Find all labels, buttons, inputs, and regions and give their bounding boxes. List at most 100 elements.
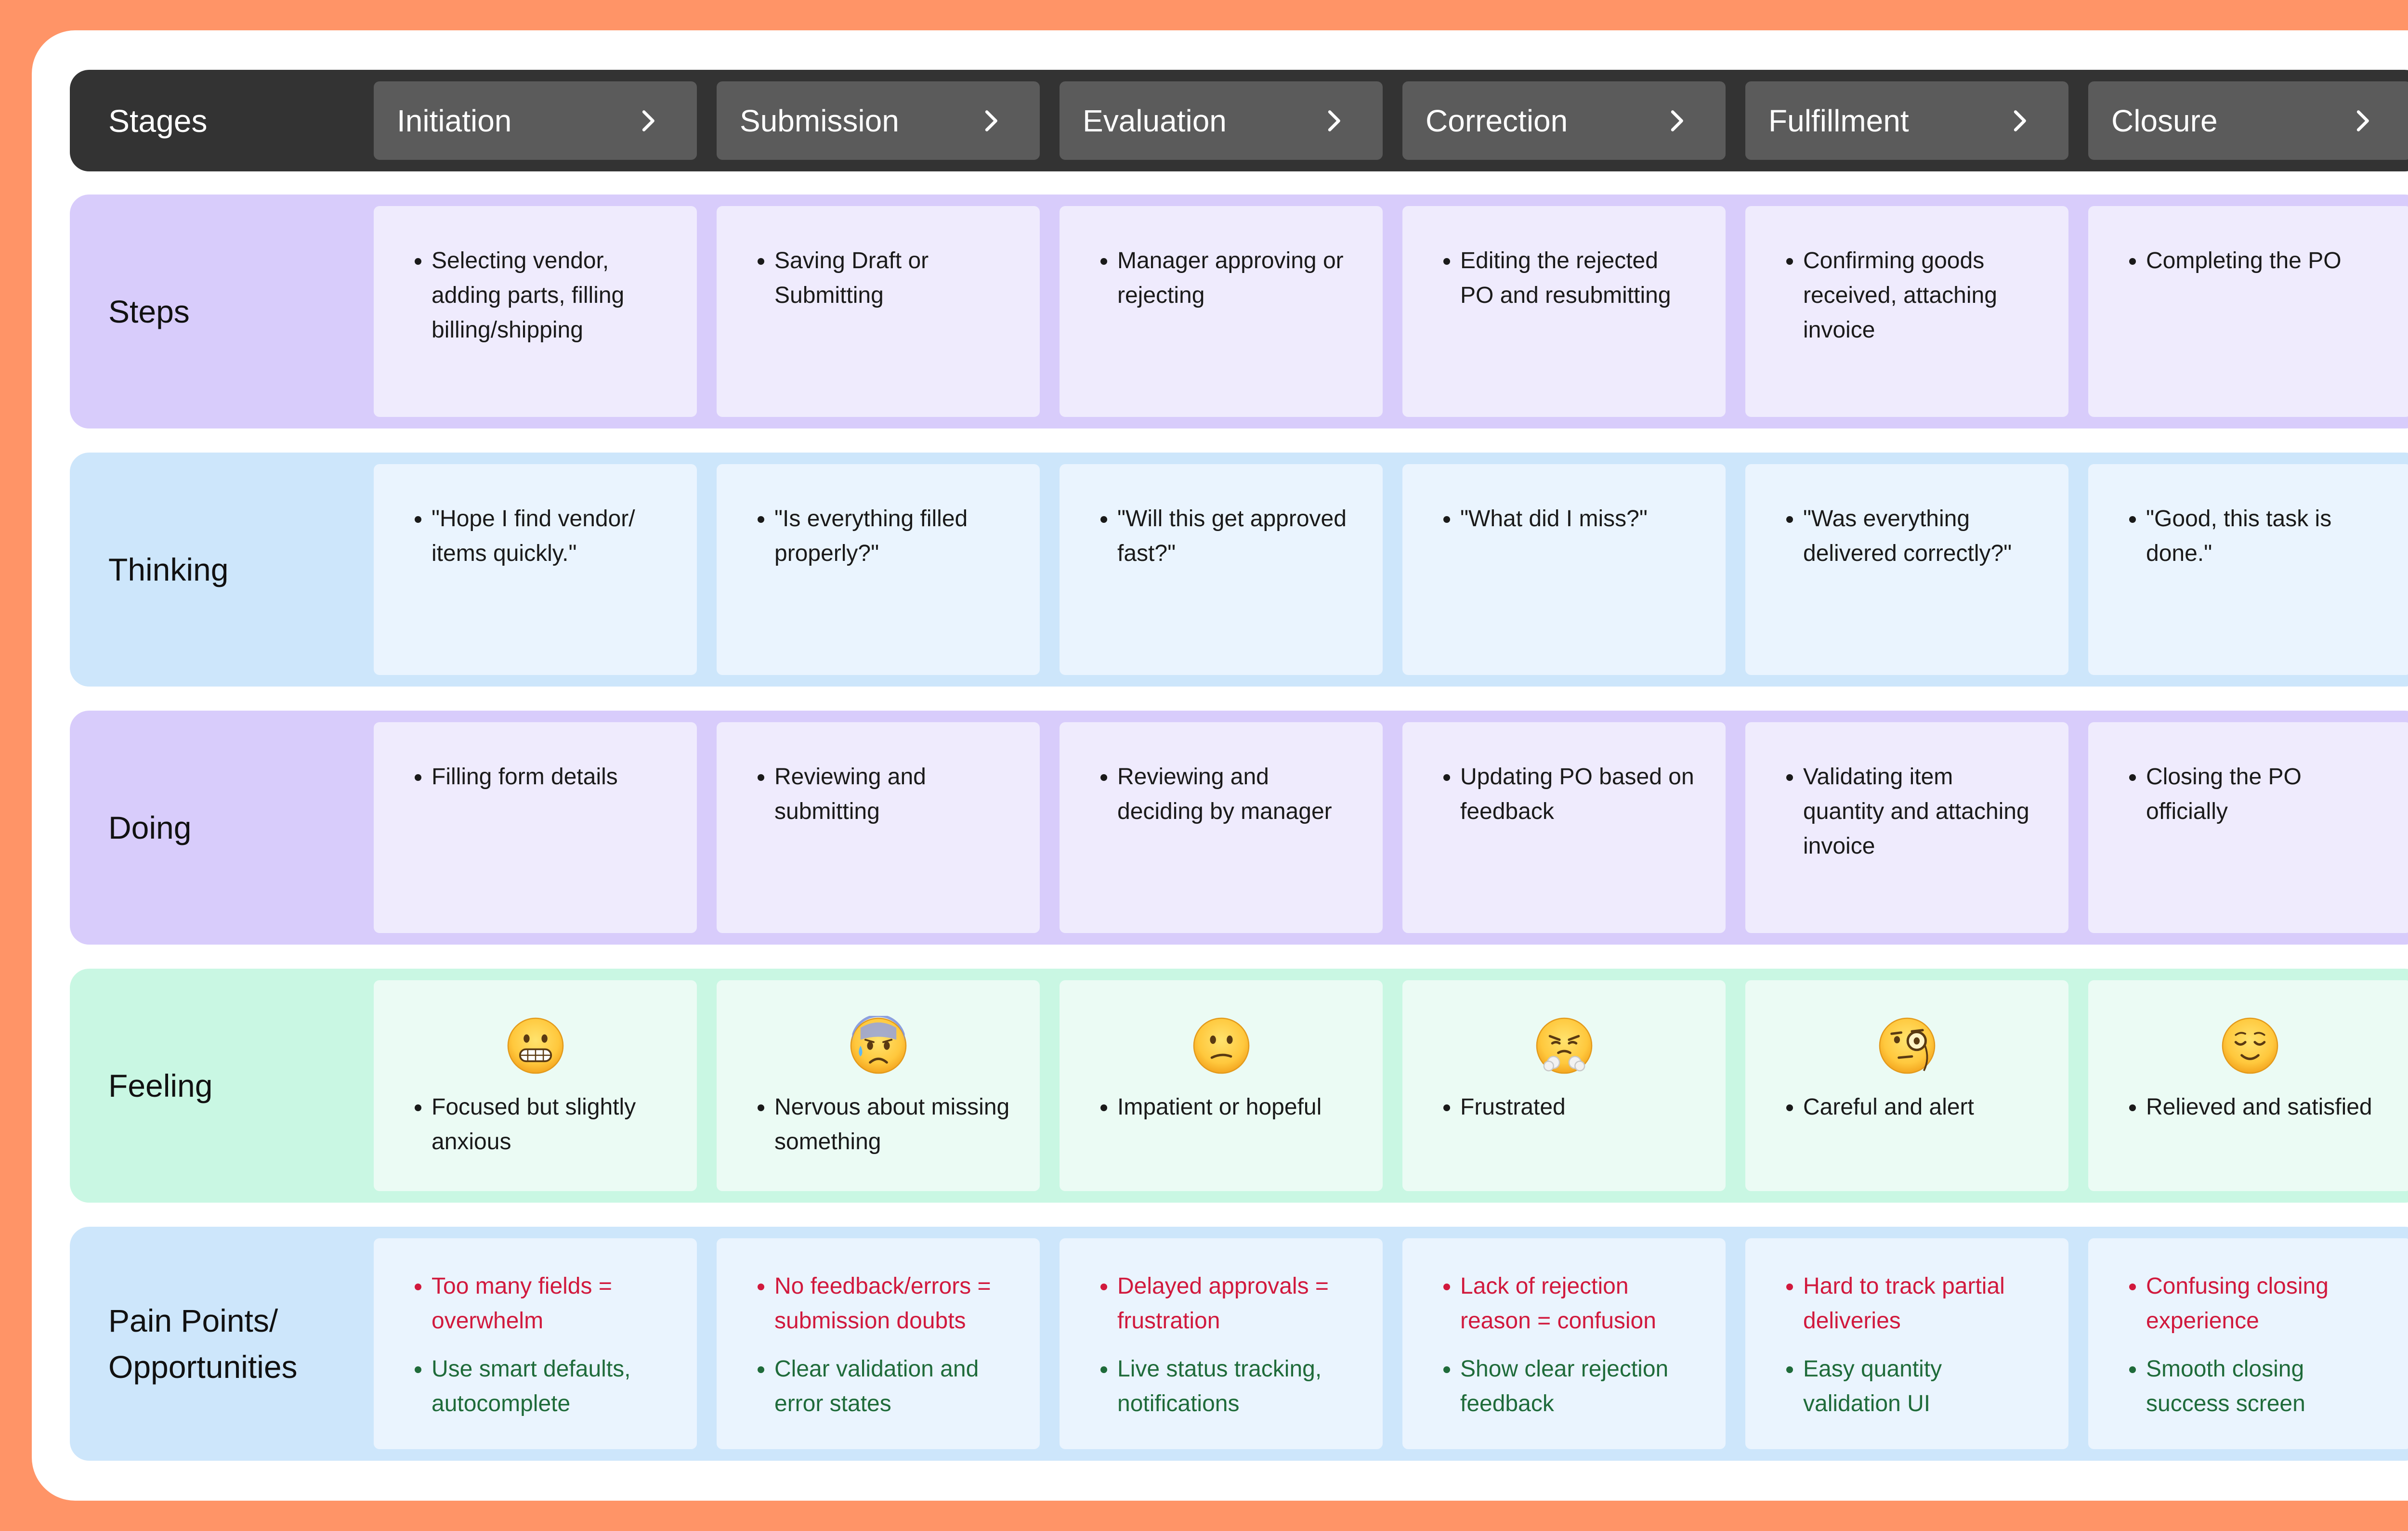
doing-cell-fulfillment: Validating item quantity and attaching i…: [1745, 722, 2068, 933]
opportunity-item: Use smart defaults, autocomplete: [432, 1352, 668, 1421]
list-item: Completing the PO: [2146, 244, 2382, 278]
feeling-cell-correction: Frustrated: [1402, 980, 1726, 1191]
pain-point-item: Lack of rejection reason = confusion: [1460, 1269, 1697, 1338]
list-item: Editing the rejected PO and resubmitting: [1460, 244, 1697, 313]
pain-cell-evaluation: Delayed approvals = frustration Live stat…: [1060, 1238, 1383, 1449]
list-item: "Was everything delivered correctly?": [1803, 502, 2040, 571]
thinking-row: Thinking "Hope I find vendor/ items quic…: [70, 453, 2408, 687]
stage-name: Initiation: [397, 103, 512, 138]
pain-cell-initiation: Too many fields = overwhelm Use smart def…: [374, 1238, 697, 1449]
feeling-cell-submission: Nervous about missing something: [717, 980, 1040, 1191]
thinking-cell-evaluation: "Will this get approved fast?": [1060, 464, 1383, 675]
opportunity-item: Show clear rejection feedback: [1460, 1352, 1697, 1421]
steps-row: Steps Selecting vendor, adding parts, fi…: [70, 195, 2408, 428]
thinking-cell-correction: "What did I miss?": [1402, 464, 1726, 675]
pain-cell-correction: Lack of rejection reason = confusion Show…: [1402, 1238, 1726, 1449]
stage-name: Submission: [740, 103, 899, 138]
stage-initiation[interactable]: Initiation: [374, 81, 697, 160]
list-item: Validating item quantity and attaching i…: [1803, 760, 2040, 864]
stage-name: Closure: [2111, 103, 2218, 138]
list-item: Filling form details: [432, 760, 668, 794]
face-with-monocle-icon: [1879, 1017, 1935, 1074]
opportunity-item: Clear validation and error states: [774, 1352, 1011, 1421]
chevron-right-icon: [642, 110, 654, 131]
chevron-right-icon: [2014, 110, 2026, 131]
thinking-label: Thinking: [108, 552, 229, 587]
thinking-cell-initiation: "Hope I find vendor/ items quickly.": [374, 464, 697, 675]
feeling-cell-closure: Relieved and satisfied: [2088, 980, 2408, 1191]
pain-point-item: Delayed approvals = frustration: [1117, 1269, 1354, 1338]
list-item: Reviewing and deciding by manager: [1117, 760, 1354, 829]
feeling-label: Feeling: [108, 1068, 213, 1103]
chevron-right-icon: [2356, 110, 2369, 131]
stage-closure[interactable]: Closure: [2088, 81, 2408, 160]
chevron-right-icon: [985, 110, 997, 131]
list-item: Manager approving or rejecting: [1117, 244, 1354, 313]
face-with-steam-from-nose-icon: [1536, 1017, 1592, 1074]
feeling-row: Feeling Focused but slightly anxious: [70, 969, 2408, 1203]
steps-cell-closure: Completing the PO: [2088, 206, 2408, 417]
chevron-right-icon: [1671, 110, 1683, 131]
thinking-cell-fulfillment: "Was everything delivered correctly?": [1745, 464, 2068, 675]
list-item: Closing the PO officially: [2146, 760, 2382, 829]
pain-points-row: Pain Points/ Opportunities Too many fiel…: [70, 1227, 2408, 1461]
list-item: Focused but slightly anxious: [432, 1090, 668, 1159]
feeling-cell-evaluation: Impatient or hopeful: [1060, 980, 1383, 1191]
pain-points-label-line2: Opportunities: [108, 1349, 298, 1385]
list-item: Saving Draft or Submitting: [774, 244, 1011, 313]
list-item: Reviewing and submitting: [774, 760, 1011, 829]
confused-face-icon: [1193, 1017, 1249, 1074]
doing-cell-evaluation: Reviewing and deciding by manager: [1060, 722, 1383, 933]
list-item: Frustrated: [1460, 1090, 1697, 1125]
stage-submission[interactable]: Submission: [717, 81, 1040, 160]
pain-points-label: Pain Points/ Opportunities: [108, 1227, 298, 1461]
stage-correction[interactable]: Correction: [1402, 81, 1726, 160]
steps-cell-initiation: Selecting vendor, adding parts, filling …: [374, 206, 697, 417]
steps-cell-submission: Saving Draft or Submitting: [717, 206, 1040, 417]
doing-cell-closure: Closing the PO officially: [2088, 722, 2408, 933]
stages-header: Stages Initiation Submission Evaluation …: [70, 70, 2408, 171]
pain-point-item: No feedback/errors = submission doubts: [774, 1269, 1011, 1338]
stage-name: Evaluation: [1083, 103, 1227, 138]
steps-label: Steps: [108, 294, 190, 329]
list-item: "What did I miss?": [1460, 502, 1697, 536]
thinking-cell-closure: "Good, this task is done.": [2088, 464, 2408, 675]
list-item: Updating PO based on feedback: [1460, 760, 1697, 829]
steps-cell-fulfillment: Confirming goods received, attaching inv…: [1745, 206, 2068, 417]
list-item: Careful and alert: [1803, 1090, 2040, 1125]
list-item: "Hope I find vendor/ items quickly.": [432, 502, 668, 571]
steps-cell-evaluation: Manager approving or rejecting: [1060, 206, 1383, 417]
chevron-right-icon: [1328, 110, 1340, 131]
opportunity-item: Live status tracking, notifications: [1117, 1352, 1354, 1421]
opportunity-item: Easy quantity validation UI: [1803, 1352, 2040, 1421]
list-item: "Is everything filled properly?": [774, 502, 1011, 571]
doing-cell-initiation: Filling form details: [374, 722, 697, 933]
list-item: Confirming goods received, attaching inv…: [1803, 244, 2040, 348]
pain-point-item: Too many fields = overwhelm: [432, 1269, 668, 1338]
feeling-cell-fulfillment: Careful and alert: [1745, 980, 2068, 1191]
list-item: Relieved and satisfied: [2146, 1090, 2382, 1125]
pain-points-label-line1: Pain Points/: [108, 1303, 278, 1338]
feeling-cell-initiation: Focused but slightly anxious: [374, 980, 697, 1191]
doing-cell-correction: Updating PO based on feedback: [1402, 722, 1726, 933]
doing-row: Doing Filling form details Reviewing and…: [70, 711, 2408, 945]
stage-evaluation[interactable]: Evaluation: [1060, 81, 1383, 160]
list-item: Impatient or hopeful: [1117, 1090, 1354, 1125]
list-item: Nervous about missing something: [774, 1090, 1011, 1159]
doing-cell-submission: Reviewing and submitting: [717, 722, 1040, 933]
stage-name: Correction: [1426, 103, 1568, 138]
pain-cell-closure: Confusing closing experience Smooth closi…: [2088, 1238, 2408, 1449]
doing-label: Doing: [108, 810, 192, 845]
anxious-face-with-sweat-icon: [850, 1016, 906, 1074]
thinking-cell-submission: "Is everything filled properly?": [717, 464, 1040, 675]
stages-label: Stages: [108, 103, 208, 139]
list-item: "Will this get approved fast?": [1117, 502, 1354, 571]
pain-cell-fulfillment: Hard to track partial deliveries Easy qua…: [1745, 1238, 2068, 1449]
stage-fulfillment[interactable]: Fulfillment: [1745, 81, 2068, 160]
pain-point-item: Hard to track partial deliveries: [1803, 1269, 2040, 1338]
steps-cell-correction: Editing the rejected PO and resubmitting: [1402, 206, 1726, 417]
stage-name: Fulfillment: [1768, 103, 1909, 138]
pain-point-item: Confusing closing experience: [2146, 1269, 2382, 1338]
list-item: "Good, this task is done.": [2146, 502, 2382, 571]
grimacing-face-icon: [507, 1017, 563, 1074]
